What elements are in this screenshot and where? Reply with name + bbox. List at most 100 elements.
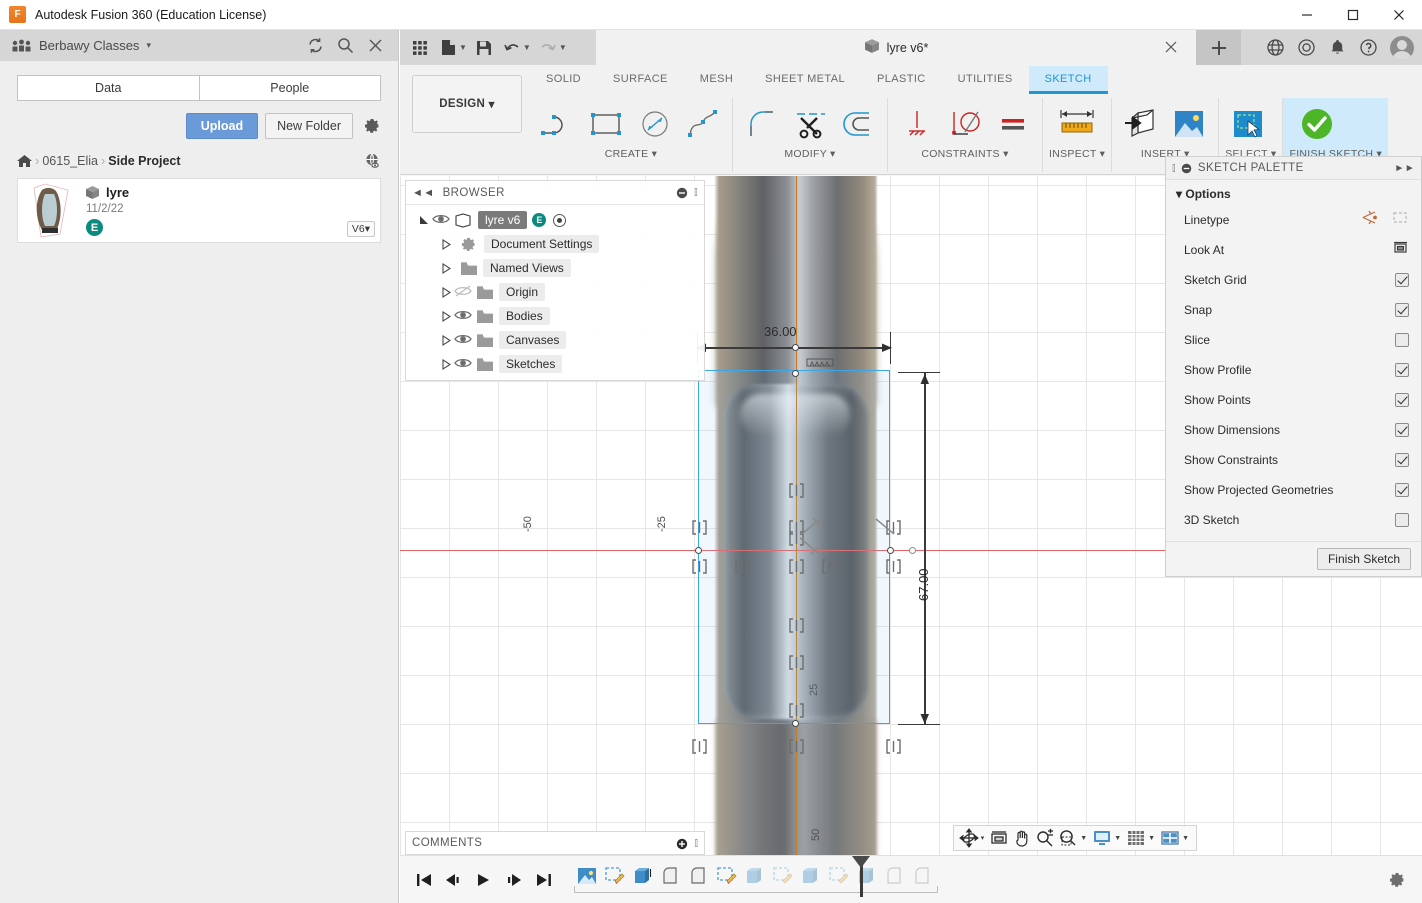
maximize-icon[interactable]	[1330, 0, 1376, 30]
constraint-coincident-1[interactable]	[690, 518, 709, 537]
offset-icon[interactable]	[835, 101, 881, 147]
option-row-sketch-grid[interactable]: Sketch Grid	[1166, 265, 1421, 295]
collapse-left-icon[interactable]: ◄◄	[412, 187, 435, 199]
finish-sketch-button[interactable]: Finish Sketch	[1317, 548, 1411, 570]
visibility-eye-off-icon[interactable]	[454, 284, 472, 300]
timeline-playhead-marker[interactable]	[860, 864, 863, 897]
gear-icon[interactable]	[363, 117, 381, 135]
look-at-icon[interactable]	[988, 827, 1010, 849]
chevron-down-icon[interactable]: ▾	[981, 834, 985, 842]
sketch-point-left[interactable]	[695, 547, 702, 554]
expand-triangle-icon[interactable]	[438, 308, 454, 324]
fillet-icon[interactable]	[739, 101, 785, 147]
option-row-show-constraints[interactable]: Show Constraints	[1166, 445, 1421, 475]
option-row-show-profile[interactable]: Show Profile	[1166, 355, 1421, 385]
equal-constraint-icon[interactable]	[990, 101, 1036, 147]
undo-icon[interactable]	[499, 35, 525, 61]
play-icon[interactable]	[474, 870, 494, 890]
sketch-palette-options-section[interactable]: ▾ Options	[1166, 180, 1421, 205]
chevron-down-icon[interactable]: ▼	[559, 43, 567, 52]
constraint-coincident-5[interactable]	[733, 557, 752, 576]
checkbox-show-points[interactable]	[1395, 393, 1409, 407]
constraint-coincident-13[interactable]	[787, 701, 806, 720]
sketch-circle-icon[interactable]	[632, 101, 678, 147]
tab-data[interactable]: Data	[17, 75, 200, 101]
breadcrumb-item-project[interactable]: 0615_Elia	[42, 154, 98, 168]
chevron-down-icon[interactable]: ▼	[523, 43, 531, 52]
expand-triangle-icon[interactable]	[416, 212, 432, 228]
checkbox-slice[interactable]	[1395, 333, 1409, 347]
new-folder-button[interactable]: New Folder	[265, 113, 353, 139]
option-row-snap[interactable]: Snap	[1166, 295, 1421, 325]
checkbox-show-profile[interactable]	[1395, 363, 1409, 377]
expand-triangle-icon[interactable]	[438, 236, 454, 252]
chevron-down-icon[interactable]: ▼	[1114, 835, 1121, 842]
add-tab-button[interactable]	[1196, 30, 1241, 65]
expand-triangle-icon[interactable]	[438, 356, 454, 372]
constraint-coincident-9[interactable]	[787, 481, 806, 500]
dim-midpoint-dot[interactable]	[792, 344, 799, 351]
step-back-icon[interactable]	[444, 870, 464, 890]
panel-grip-handle[interactable]: ⫾	[1172, 162, 1176, 175]
gear-icon[interactable]	[1388, 871, 1406, 889]
sketch-point-right[interactable]	[887, 547, 894, 554]
checkbox-sketch-grid[interactable]	[1395, 273, 1409, 287]
select-cursor-icon[interactable]	[1225, 101, 1271, 147]
add-comment-icon[interactable]	[676, 837, 688, 849]
checkbox-show-dimensions[interactable]	[1395, 423, 1409, 437]
chevron-down-icon[interactable]: ▼	[459, 43, 467, 52]
centerline-icon[interactable]	[1392, 210, 1409, 230]
close-icon[interactable]	[1376, 0, 1422, 30]
sketch-arc-icon[interactable]	[536, 101, 582, 147]
checkbox-3d-sketch[interactable]	[1395, 513, 1409, 527]
expand-right-icon[interactable]: ►►	[1394, 163, 1415, 174]
step-forward-icon[interactable]	[504, 870, 524, 890]
visibility-eye-icon[interactable]	[454, 308, 472, 324]
checkbox-snap[interactable]	[1395, 303, 1409, 317]
visibility-eye-icon[interactable]	[432, 212, 450, 228]
close-icon[interactable]	[1164, 40, 1178, 54]
ribbon-tab-solid[interactable]: SOLID	[530, 66, 597, 91]
checkbox-show-projected-geometries[interactable]	[1395, 483, 1409, 497]
visibility-eye-icon[interactable]	[454, 332, 472, 348]
panel-label-modify[interactable]: MODIFY ▾	[739, 148, 881, 160]
option-row-show-points[interactable]: Show Points	[1166, 385, 1421, 415]
tree-node-canvases[interactable]: Canvases	[406, 328, 704, 352]
breadcrumb-item-current[interactable]: Side Project	[108, 154, 180, 168]
tree-node-named-views[interactable]: Named Views	[406, 256, 704, 280]
sketch-spline-icon[interactable]	[680, 101, 726, 147]
zoom-icon[interactable]	[1034, 827, 1056, 849]
look-at-icon[interactable]	[1392, 240, 1409, 260]
chevron-down-icon[interactable]: ▼	[1182, 835, 1189, 842]
workspace-switcher[interactable]: DESIGN ▾	[412, 75, 522, 133]
search-icon[interactable]	[337, 37, 354, 54]
panel-grip-handle[interactable]: ⫾	[694, 186, 698, 199]
document-tab-lyre[interactable]: lyre v6*	[596, 30, 1196, 65]
panel-label-inspect[interactable]: INSPECT ▾	[1049, 148, 1105, 160]
chevron-down-icon[interactable]: ▾	[146, 40, 151, 51]
dimension-value-67[interactable]: 67.00	[916, 568, 931, 601]
ribbon-tab-surface[interactable]: SURFACE	[597, 66, 684, 91]
zoom-window-icon[interactable]	[1057, 827, 1079, 849]
minus-circle-icon[interactable]	[1181, 163, 1192, 174]
construction-line-icon[interactable]	[1361, 210, 1378, 230]
file-version-selector[interactable]: V6▾	[347, 221, 375, 237]
refresh-icon[interactable]	[307, 37, 324, 54]
notification-bell-icon[interactable]	[1328, 38, 1347, 57]
hub-name[interactable]: Berbawy Classes	[39, 38, 139, 53]
ribbon-tab-sheet-metal[interactable]: SHEET METAL	[749, 66, 861, 91]
option-row-slice[interactable]: Slice	[1166, 325, 1421, 355]
constraint-coincident-4[interactable]	[690, 557, 709, 576]
sketch-rectangle-icon[interactable]	[584, 101, 630, 147]
activate-radio[interactable]	[553, 214, 566, 227]
ribbon-tab-sketch[interactable]: SKETCH	[1029, 66, 1108, 94]
measure-icon[interactable]	[1049, 101, 1105, 147]
insert-canvas-image-icon[interactable]	[1166, 101, 1212, 147]
grid-snaps-icon[interactable]	[1125, 827, 1147, 849]
expand-triangle-icon[interactable]	[438, 332, 454, 348]
display-settings-icon[interactable]	[1091, 827, 1113, 849]
new-file-icon[interactable]	[435, 35, 461, 61]
sketch-point-bottom[interactable]	[792, 720, 799, 727]
upload-button[interactable]: Upload	[186, 113, 258, 139]
constraint-coincident-11[interactable]	[787, 616, 806, 635]
